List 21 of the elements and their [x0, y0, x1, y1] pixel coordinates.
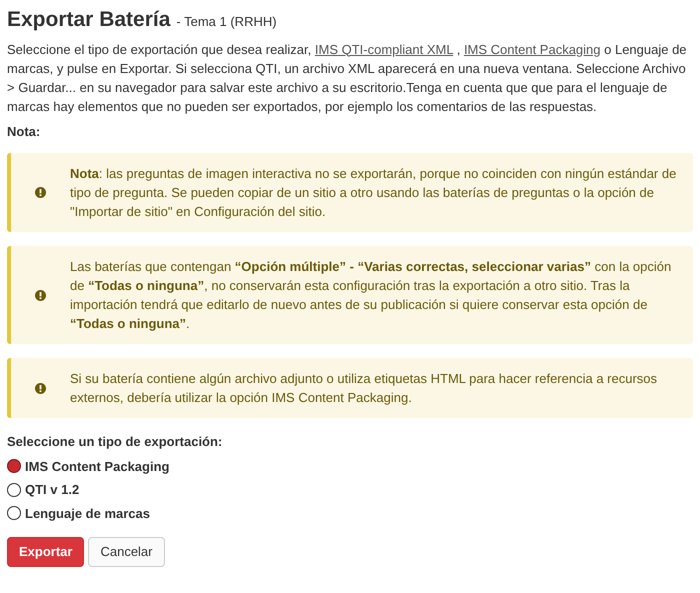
cancel-button[interactable]: Cancelar [88, 537, 164, 567]
export-button[interactable]: Exportar [7, 537, 84, 567]
intro-paragraph: Seleccione el tipo de exportación que desea realizar, IMS QTI-compliant XML , IMS Content Packaging o Lenguaje de marcas, y pulse en Exportar. Si selecciona QTI, un archivo XML aparecerá en una nueva ventana. Seleccione Archivo > Guardar... en su navegador para salvar este archivo a su escritorio.Tenga en cuenta que que para el lenguaje de marcas hay elementos que no pueden ser exportados, por ejemplo los comentarios de las respuestas. [7, 40, 688, 116]
radio-button[interactable] [7, 459, 21, 474]
exclamation-icon [35, 187, 46, 198]
exclamation-icon [35, 290, 46, 300]
alert-text: Nota: las preguntas de imagen interactiva no se exportarán, porque no coinciden con ningún estándar de tipo de pregunta. Se pueden copiar de un sitio a otro usando las baterías de preguntas o la opción de "Importar de sitio" en Configuración del sitio. [70, 165, 678, 221]
radio-button[interactable] [7, 506, 21, 520]
radio-label[interactable]: IMS Content Packaging [25, 456, 170, 476]
link[interactable]: IMS Content Packaging [464, 42, 601, 56]
alert-text: Si su batería contiene algún archivo adjunto o utiliza etiquetas HTML para hacer referencia a recursos externos, debería utilizar la opción IMS Content Packaging. [70, 370, 658, 407]
link[interactable]: IMS QTI-compliant XML [314, 42, 454, 56]
exclamation-icon [35, 382, 46, 394]
page-title: Exportar Batería [7, 7, 170, 33]
radio-button[interactable] [7, 482, 21, 497]
note-label: Nota: [7, 122, 42, 140]
export-type-label: Seleccione un tipo de exportación: [7, 433, 224, 451]
radio-label[interactable]: Lenguaje de marcas [25, 504, 150, 523]
page-subtitle: - Tema 1 (RRHH) [176, 13, 277, 31]
radio-label[interactable]: QTI v 1.2 [25, 480, 80, 500]
alert-text: Las baterías que contengan “Opción múltiple” - “Varias correctas, seleccionar varias” con la opción de “Todas o ninguna”, no conservarán esta configuración tras la exportación a otro sitio. Tras la importación tendrá que editarlo de nuevo antes de su publicación si quiere conservar esta opción de “Todas o ninguna”. [70, 258, 672, 333]
